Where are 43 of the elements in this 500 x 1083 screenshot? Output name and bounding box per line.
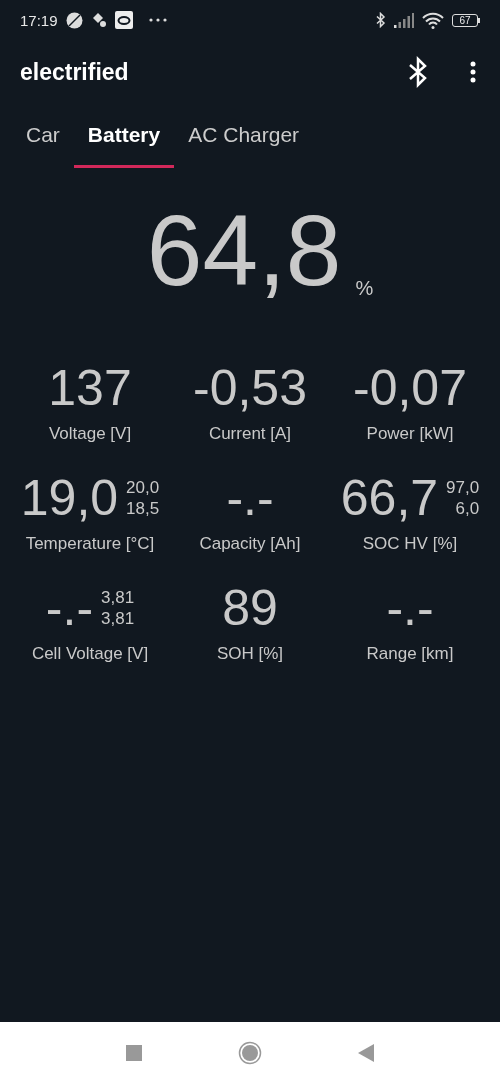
- metric-value: -0,53: [193, 363, 307, 413]
- metric-value: 89: [222, 583, 278, 633]
- metric-label: SOH [%]: [216, 644, 284, 664]
- metric-value: -.-: [226, 473, 274, 523]
- bluetooth-icon: [376, 12, 386, 28]
- metric-label: Cell Voltage [V]: [31, 644, 149, 664]
- metric-value: 19,0: [20, 473, 119, 523]
- min-value: 18,5: [126, 498, 160, 520]
- tab[interactable]: Battery: [73, 104, 175, 168]
- app-icon: [114, 11, 133, 29]
- circle-icon: [65, 11, 83, 29]
- battery-icon: 67: [452, 13, 480, 27]
- max-value: 97,0: [446, 476, 480, 498]
- home-button[interactable]: [238, 1040, 262, 1065]
- max-value: 3,81: [101, 586, 135, 608]
- recent-apps-button[interactable]: [126, 1044, 142, 1061]
- metric-label: Temperature [°C]: [25, 534, 155, 554]
- metric-value: 66,7: [340, 473, 439, 523]
- unit-label: %: [355, 277, 374, 300]
- metric-label: Range [km]: [366, 644, 454, 664]
- signal-icon: [394, 12, 414, 28]
- metric-value: 137: [48, 363, 132, 413]
- metric-label: Power [kW]: [366, 424, 454, 444]
- back-button[interactable]: [358, 1043, 374, 1062]
- metric-label: Current [A]: [208, 424, 292, 444]
- wifi-icon: [422, 11, 444, 29]
- more-icon: [470, 61, 476, 83]
- min-value: 6,0: [455, 498, 480, 520]
- metric-label: SOC HV [%]: [362, 534, 458, 554]
- min-value: 3,81: [101, 608, 135, 630]
- metric-value: -.-: [45, 583, 94, 633]
- max-value: 20,0: [126, 476, 160, 498]
- metric-value: -.-: [386, 583, 434, 633]
- app-title: electrified: [20, 58, 130, 86]
- metric-label: Voltage [V]: [48, 424, 132, 444]
- tab[interactable]: AC Charger: [174, 104, 314, 168]
- metric-value: -0,07: [353, 363, 467, 413]
- bluetooth-icon: [408, 56, 428, 88]
- metric-label: Capacity [Ah]: [199, 534, 301, 554]
- tab[interactable]: Car: [12, 104, 74, 168]
- state-of-charge-value: 64,8: [146, 200, 342, 300]
- more-icon: [148, 18, 167, 22]
- clock: 17:19: [20, 11, 58, 29]
